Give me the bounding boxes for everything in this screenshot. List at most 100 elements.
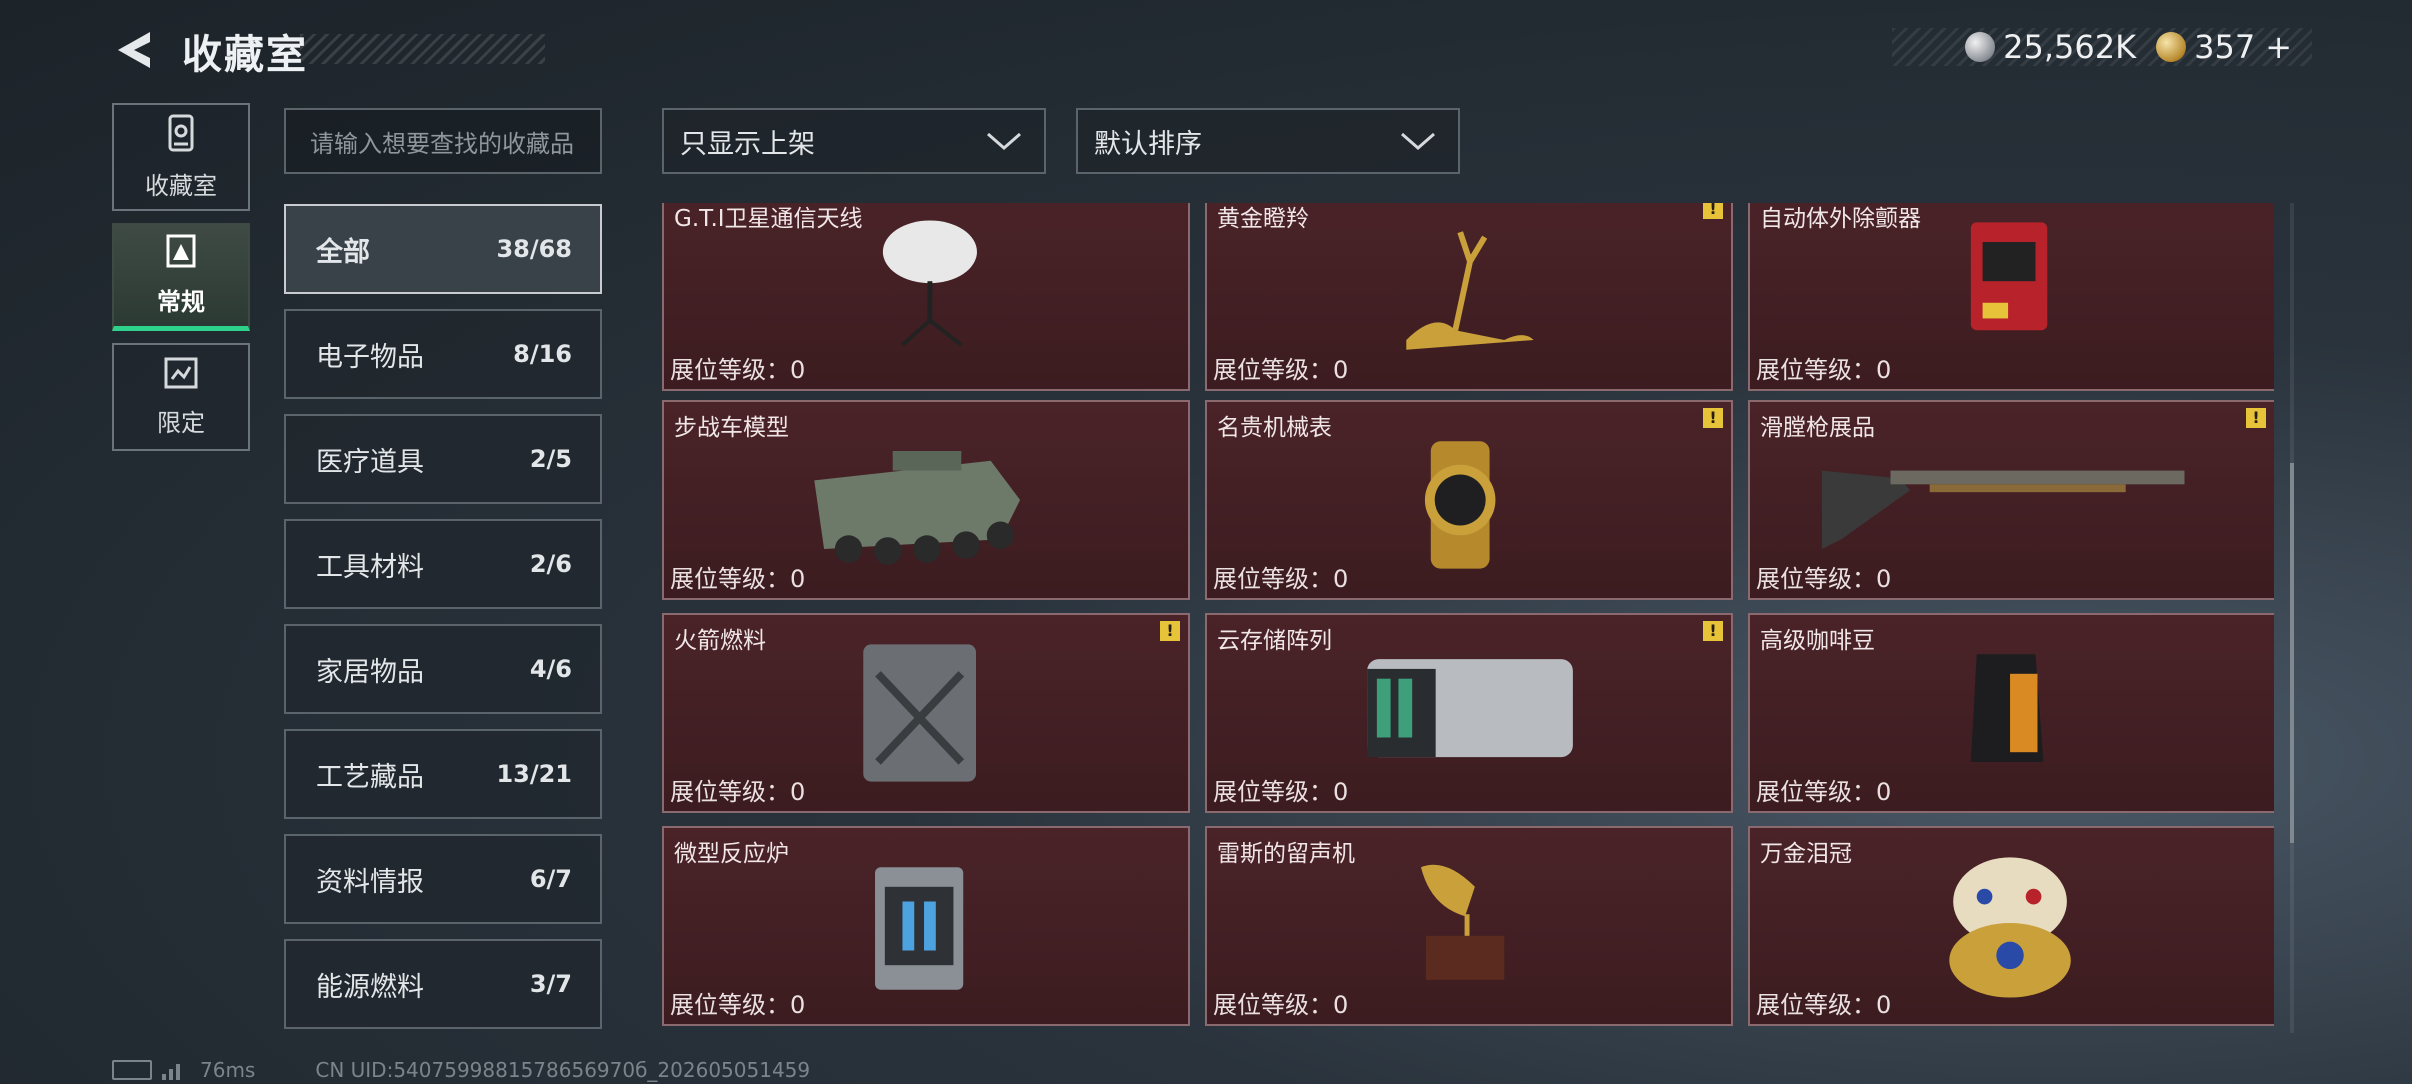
category-count: 13/21 <box>496 760 572 788</box>
category-tools[interactable]: 工具材料 2/6 <box>284 519 602 609</box>
item-level: 展位等级：0 <box>1213 356 1349 384</box>
category-list: 全部 38/68 电子物品 8/16 医疗道具 2/5 工具材料 2/6 家居物… <box>284 204 602 1044</box>
page-title: 收藏室 <box>182 32 308 78</box>
display-filter-value: 只显示上架 <box>680 128 815 160</box>
gold-currency-value: 357 <box>2194 28 2256 66</box>
category-label: 工艺藏品 <box>316 761 424 793</box>
item-level: 展位等级：0 <box>1213 778 1349 806</box>
regular-icon <box>165 234 197 276</box>
category-label: 资料情报 <box>316 866 424 898</box>
battery-icon <box>112 1060 152 1080</box>
item-level: 展位等级：0 <box>1756 778 1892 806</box>
item-name: 滑膛枪展品 <box>1760 415 1875 441</box>
scroll-thumb[interactable] <box>2290 463 2294 843</box>
item-card-cloud-storage-array[interactable]: ! 云存储阵列 展位等级：0 <box>1205 613 1733 813</box>
side-nav: 收藏室 常规 限定 <box>112 103 250 463</box>
item-level: 展位等级：0 <box>670 565 806 593</box>
category-count: 4/6 <box>529 655 572 683</box>
search-input[interactable]: 请输入想要查找的收藏品 <box>284 108 602 174</box>
signal-icon <box>162 1060 180 1080</box>
item-name: 自动体外除颤器 <box>1760 206 1921 232</box>
item-name: 云存储阵列 <box>1217 628 1332 654</box>
category-label: 工具材料 <box>316 551 424 583</box>
silver-coin-icon <box>1965 32 1996 62</box>
category-count: 38/68 <box>496 235 572 263</box>
item-name: G.T.I卫星通信天线 <box>674 206 863 232</box>
category-count: 3/7 <box>529 970 572 998</box>
nav-tab-limited[interactable]: 限定 <box>112 343 250 451</box>
warning-badge: ! <box>1703 621 1723 641</box>
vault-icon <box>166 114 196 160</box>
gold-currency[interactable]: 357 + <box>2156 28 2292 66</box>
category-label: 家居物品 <box>316 656 424 688</box>
sort-dropdown[interactable]: 默认排序 <box>1076 108 1460 174</box>
warning-badge: ! <box>2246 408 2266 428</box>
item-name: 火箭燃料 <box>674 628 766 654</box>
ping-value: 76ms <box>200 1058 256 1082</box>
category-label: 能源燃料 <box>316 971 424 1003</box>
nav-tab-label: 收藏室 <box>145 171 217 200</box>
category-household[interactable]: 家居物品 4/6 <box>284 624 602 714</box>
item-name: 万金泪冠 <box>1760 841 1852 867</box>
title-decoration <box>300 34 545 64</box>
item-name: 黄金瞪羚 <box>1217 206 1309 232</box>
category-energy[interactable]: 能源燃料 3/7 <box>284 939 602 1029</box>
item-card-golden-gazelle[interactable]: ! 黄金瞪羚 展位等级：0 <box>1205 203 1733 391</box>
item-card-luxury-watch[interactable]: ! 名贵机械表 展位等级：0 <box>1205 400 1733 600</box>
nav-tab-vault[interactable]: 收藏室 <box>112 103 250 211</box>
category-count: 8/16 <box>513 340 572 368</box>
silver-currency-value: 25,562K <box>2003 28 2137 66</box>
item-name: 微型反应炉 <box>674 841 789 867</box>
warning-badge: ! <box>1703 408 1723 428</box>
item-card-ifv-model[interactable]: 步战车模型 展位等级：0 <box>662 400 1190 600</box>
category-crafts[interactable]: 工艺藏品 13/21 <box>284 729 602 819</box>
category-label: 全部 <box>316 236 370 268</box>
chevron-down-icon <box>987 132 1021 150</box>
item-card-defibrillator[interactable]: 自动体外除颤器 展位等级：0 <box>1748 203 2274 391</box>
category-medical[interactable]: 医疗道具 2/5 <box>284 414 602 504</box>
category-electronics[interactable]: 电子物品 8/16 <box>284 309 602 399</box>
currency-bar: 25,562K 357 + <box>1892 28 2312 66</box>
item-level: 展位等级：0 <box>1756 356 1892 384</box>
item-card-musket-exhibit[interactable]: ! 滑膛枪展品 展位等级：0 <box>1748 400 2274 600</box>
category-all[interactable]: 全部 38/68 <box>284 204 602 294</box>
nav-tab-regular[interactable]: 常规 <box>112 223 250 331</box>
chevron-down-icon <box>1401 132 1435 150</box>
item-card-rocket-fuel[interactable]: ! 火箭燃料 展位等级：0 <box>662 613 1190 813</box>
category-label: 医疗道具 <box>316 446 424 478</box>
item-name: 步战车模型 <box>674 415 789 441</box>
category-count: 2/6 <box>529 550 572 578</box>
category-intel[interactable]: 资料情报 6/7 <box>284 834 602 924</box>
item-name: 高级咖啡豆 <box>1760 628 1875 654</box>
category-count: 6/7 <box>529 865 572 893</box>
back-button[interactable] <box>112 28 156 72</box>
category-label: 电子物品 <box>316 341 424 373</box>
item-card-gramophone[interactable]: 雷斯的留声机 展位等级：0 <box>1205 826 1733 1026</box>
back-arrow-icon <box>118 32 150 68</box>
item-level: 展位等级：0 <box>670 356 806 384</box>
item-name: 名贵机械表 <box>1217 415 1332 441</box>
display-filter-dropdown[interactable]: 只显示上架 <box>662 108 1046 174</box>
item-level: 展位等级：0 <box>1756 991 1892 1019</box>
sort-value: 默认排序 <box>1094 128 1202 160</box>
item-level: 展位等级：0 <box>1213 565 1349 593</box>
item-card-premium-coffee-beans[interactable]: 高级咖啡豆 展位等级：0 <box>1748 613 2274 813</box>
uid-text: CN UID:5407599881578656970б_202605051459 <box>315 1058 811 1082</box>
warning-badge: ! <box>1160 621 1180 641</box>
item-level: 展位等级：0 <box>1213 991 1349 1019</box>
add-currency-button[interactable]: + <box>2265 28 2292 66</box>
item-level: 展位等级：0 <box>670 778 806 806</box>
grid-scrollbar[interactable] <box>2290 203 2294 1033</box>
nav-tab-label: 常规 <box>157 288 205 316</box>
top-bar: 收藏室 25,562K 357 + <box>0 0 2412 100</box>
item-level: 展位等级：0 <box>670 991 806 1019</box>
item-card-jeweled-crown[interactable]: 万金泪冠 展位等级：0 <box>1748 826 2274 1026</box>
category-count: 2/5 <box>529 445 572 473</box>
item-card-micro-reactor[interactable]: 微型反应炉 展位等级：0 <box>662 826 1190 1026</box>
nav-tab-label: 限定 <box>157 408 205 437</box>
item-card-satellite-antenna[interactable]: G.T.I卫星通信天线 展位等级：0 <box>662 203 1190 391</box>
silver-currency: 25,562K <box>1965 28 2136 66</box>
warning-badge: ! <box>1703 203 1723 219</box>
item-level: 展位等级：0 <box>1756 565 1892 593</box>
gold-coin-icon <box>2156 32 2187 62</box>
